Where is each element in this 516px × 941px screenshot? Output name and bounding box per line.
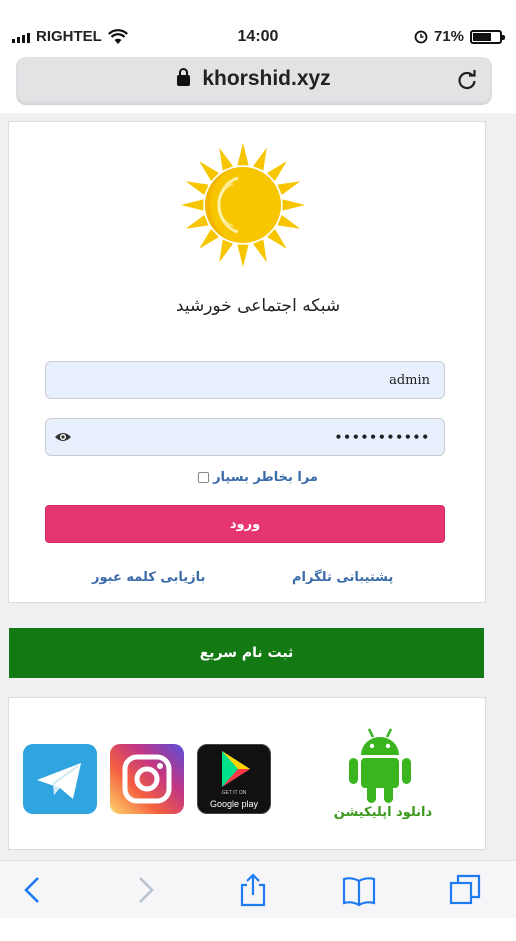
bookmarks-icon[interactable] <box>342 873 376 907</box>
tabs-icon[interactable] <box>448 873 482 907</box>
download-app-label: دانلود اپلیکیشن <box>333 805 433 820</box>
sun-ray <box>237 143 249 166</box>
google-play-label: Google play <box>209 799 259 809</box>
sun-ray <box>253 147 267 171</box>
back-icon[interactable] <box>16 873 50 907</box>
address-bar[interactable]: khorshid.xyz <box>16 57 492 105</box>
telegram-support-link[interactable]: پشتیبانی تلگرام <box>292 570 393 585</box>
url-display[interactable]: khorshid.xyz <box>16 67 492 91</box>
sun-ray <box>199 229 219 249</box>
username-input[interactable]: admin <box>45 361 445 399</box>
sun-ray <box>185 215 209 229</box>
quick-signup-button[interactable]: ثبت نام سریع <box>9 628 484 678</box>
sun-ray <box>237 244 249 267</box>
sun-ray <box>199 161 219 181</box>
remember-me[interactable]: مرا بخاطر بسپار <box>0 470 516 485</box>
share-icon[interactable] <box>236 873 270 907</box>
eye-icon[interactable] <box>54 430 72 444</box>
battery-icon <box>470 29 505 44</box>
sun-ray <box>277 181 301 195</box>
password-value: ••••••••••• <box>334 430 430 444</box>
login-button[interactable]: ورود <box>45 505 445 543</box>
url-text: khorshid.xyz <box>202 67 331 90</box>
sun-ray <box>253 239 267 263</box>
sun-ray <box>277 215 301 229</box>
instagram-icon[interactable] <box>110 744 184 814</box>
forward-icon[interactable] <box>128 873 162 907</box>
android-icon[interactable] <box>347 725 413 805</box>
battery-fill <box>473 32 492 41</box>
status-right: 71% <box>414 28 505 45</box>
remember-label: مرا بخاطر بسپار <box>213 470 318 485</box>
password-input[interactable]: ••••••••••• <box>45 418 445 456</box>
sun-ray <box>267 229 287 249</box>
sun-ray <box>185 181 209 195</box>
sun-ray <box>267 161 287 181</box>
sun-logo-icon <box>181 143 305 267</box>
google-play-small-label: GET IT ON <box>221 790 247 796</box>
sun-ray <box>219 239 233 263</box>
remember-checkbox[interactable] <box>198 472 210 483</box>
sun-ray <box>219 147 233 171</box>
site-title: شبکه اجتماعی خورشید <box>175 296 341 316</box>
telegram-icon[interactable] <box>23 744 97 814</box>
battery-percent: 71% <box>433 28 464 45</box>
reload-icon[interactable] <box>456 69 478 91</box>
username-value: admin <box>389 372 430 388</box>
browser-toolbar <box>0 860 516 918</box>
lock-icon <box>177 68 191 86</box>
status-bar: RIGHTEL 14:00 71% <box>0 24 516 54</box>
sun-ray <box>181 199 204 211</box>
password-recovery-link[interactable]: بازیابی کلمه عبور <box>92 570 205 585</box>
sun-ray <box>282 199 305 211</box>
google-play-icon[interactable]: GET IT ON Google play <box>197 744 271 814</box>
alarm-icon <box>414 30 428 43</box>
